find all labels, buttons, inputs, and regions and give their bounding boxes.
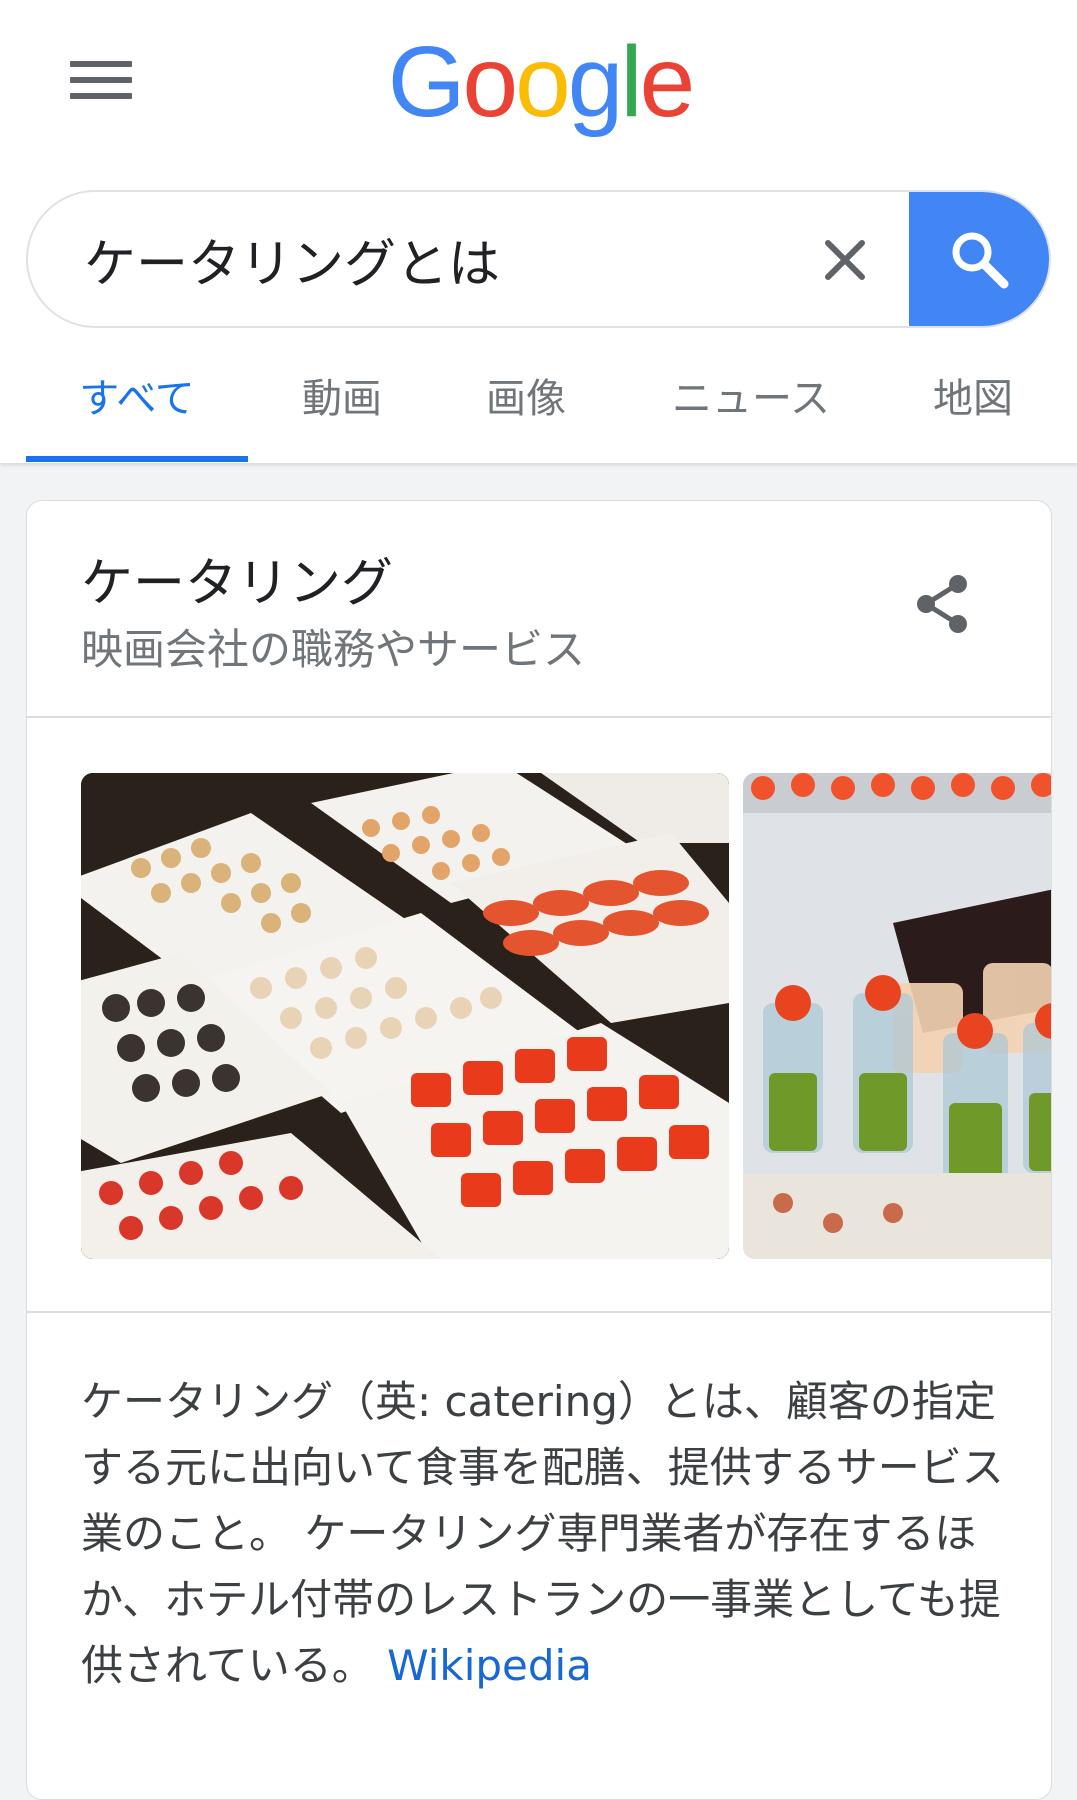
knowledge-panel: ケータリング 映画会社の職務やサービス ケータリング（英: catering）と…: [26, 500, 1052, 1800]
active-tab-indicator: [26, 456, 248, 462]
panel-title: ケータリング: [81, 554, 394, 614]
search-button[interactable]: [909, 192, 1049, 326]
search-icon: [952, 232, 1009, 289]
tab-news[interactable]: ニュース: [658, 352, 844, 462]
panel-subtitle: 映画会社の職務やサービス: [81, 625, 586, 674]
panel-description: ケータリング（英: catering）とは、顧客の指定する元に出向いて食事を配膳…: [81, 1369, 1021, 1699]
divider: [27, 716, 1051, 718]
divider: [27, 1311, 1051, 1313]
close-icon[interactable]: [810, 225, 880, 295]
search-input[interactable]: [84, 192, 784, 326]
tab-images[interactable]: 画像: [452, 352, 600, 462]
tab-videos[interactable]: 動画: [268, 352, 416, 462]
tab-all[interactable]: すべて: [26, 352, 248, 462]
google-logo[interactable]: Google: [380, 22, 700, 142]
share-icon[interactable]: [907, 569, 977, 639]
catering-sushi-platters-image[interactable]: [81, 773, 729, 1259]
hamburger-menu-icon[interactable]: [60, 52, 142, 108]
search-bar: [26, 190, 1051, 328]
wikipedia-link[interactable]: Wikipedia: [387, 1641, 592, 1690]
catering-appetizer-cups-image[interactable]: [743, 773, 1051, 1259]
top-bar: Google すべて 動画 画像 ニュース 地図: [0, 0, 1077, 463]
search-tabs: すべて 動画 画像 ニュース 地図: [0, 352, 1077, 462]
tab-maps[interactable]: 地図: [898, 352, 1048, 462]
